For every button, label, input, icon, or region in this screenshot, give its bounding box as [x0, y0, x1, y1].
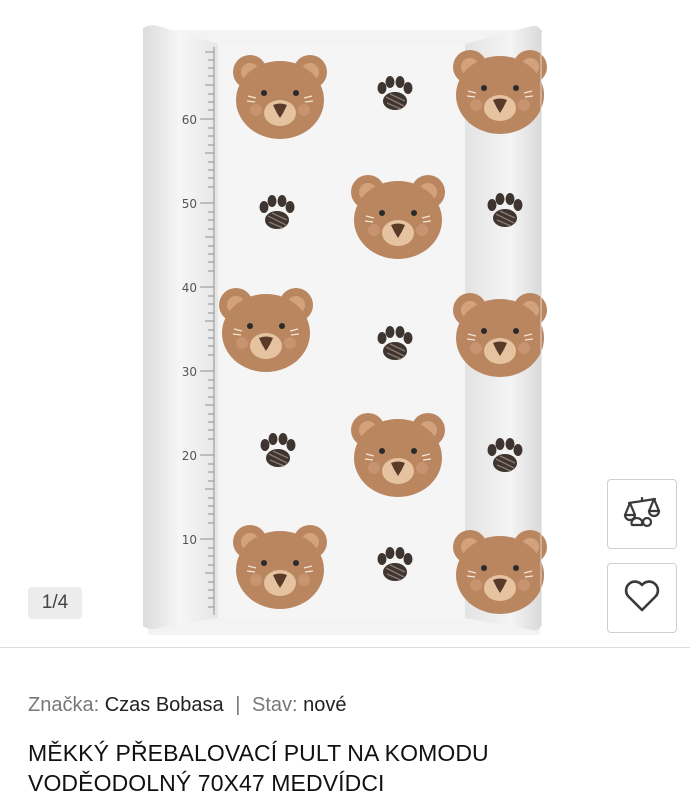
ruler-label-30: 30 — [182, 365, 197, 379]
wishlist-button[interactable] — [607, 563, 677, 633]
brand-label: Značka: — [28, 694, 100, 716]
condition-label: Stav: — [252, 694, 298, 716]
ruler-label-60: 60 — [182, 113, 197, 127]
meta-separator: | — [235, 694, 241, 716]
scale-compare-icon — [621, 491, 663, 538]
image-counter: 1/4 — [28, 587, 82, 619]
ruler-label-50: 50 — [182, 197, 197, 211]
product-gallery[interactable]: 60 50 40 30 20 10 1/4 — [0, 0, 690, 648]
brand-link[interactable]: Czas Bobasa — [105, 694, 224, 716]
product-image[interactable]: 60 50 40 30 20 10 — [0, 0, 690, 648]
condition-value: nové — [303, 694, 347, 716]
ruler-label-20: 20 — [182, 449, 197, 463]
product-title: MĚKKÝ PŘEBALOVACÍ PULT NA KOMODU VODĚODO… — [28, 740, 489, 796]
product-meta: Značka: Czas Bobasa | Stav: nové — [28, 694, 347, 717]
compare-button[interactable] — [607, 479, 677, 549]
divider — [0, 647, 690, 648]
ruler-label-40: 40 — [182, 281, 197, 295]
ruler-label-10: 10 — [182, 533, 197, 547]
heart-icon — [623, 579, 661, 618]
